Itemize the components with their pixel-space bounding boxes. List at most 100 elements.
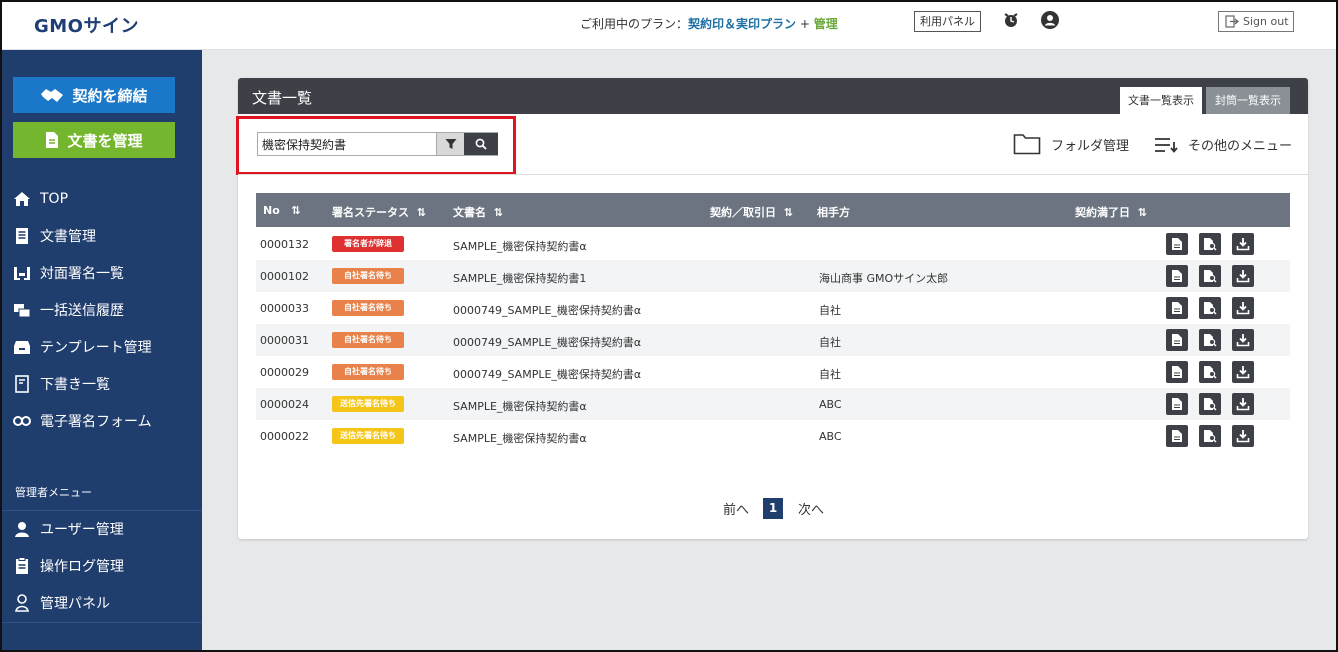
status-badge: 送信先署名待ち: [332, 396, 404, 412]
row-document-name[interactable]: SAMPLE_機密保持契約書α: [453, 430, 587, 446]
table-row[interactable]: 0000132 署名者が辞退 SAMPLE_機密保持契約書α: [256, 228, 1290, 260]
manage-documents-button[interactable]: 文書を管理: [13, 122, 175, 158]
view-document-icon[interactable]: [1166, 393, 1188, 415]
download-icon[interactable]: [1232, 233, 1254, 255]
view-document-icon[interactable]: [1166, 297, 1188, 319]
pagination-next[interactable]: 次へ: [798, 499, 824, 518]
view-document-icon[interactable]: [1166, 329, 1188, 351]
handshake-icon: [41, 89, 64, 102]
filter-button[interactable]: [436, 133, 464, 155]
clipboard-log-icon: [13, 557, 31, 575]
document-details-icon[interactable]: [1199, 393, 1221, 415]
status-badge: 自社署名待ち: [332, 364, 404, 380]
sidebar-item-top[interactable]: TOP: [13, 188, 68, 210]
download-icon[interactable]: [1232, 265, 1254, 287]
pagination-prev[interactable]: 前へ: [723, 499, 749, 518]
row-document-name[interactable]: 0000749_SAMPLE_機密保持契約書α: [453, 302, 641, 318]
row-document-name[interactable]: 0000749_SAMPLE_機密保持契約書α: [453, 334, 641, 350]
toolbar-divider: [238, 174, 1308, 175]
folder-management-button[interactable]: フォルダ管理: [1013, 132, 1129, 156]
view-document-icon[interactable]: [1166, 361, 1188, 383]
document-details-icon[interactable]: [1199, 265, 1221, 287]
sidebar-item-label: 管理パネル: [40, 596, 110, 612]
row-document-name[interactable]: SAMPLE_機密保持契約書α: [453, 398, 587, 414]
sign-contract-button[interactable]: 契約を締結: [13, 77, 175, 113]
document-details-icon[interactable]: [1199, 361, 1221, 383]
download-icon[interactable]: [1232, 297, 1254, 319]
table-row[interactable]: 0000031 自社署名待ち 0000749_SAMPLE_機密保持契約書α 自…: [256, 324, 1290, 356]
row-counterparty: 自社: [819, 304, 841, 317]
row-no: 0000132: [260, 238, 309, 251]
sidebar-item-templates[interactable]: テンプレート管理: [13, 336, 152, 358]
column-contract-date[interactable]: 契約／取引日 ⇅: [710, 204, 793, 220]
alarm-clock-icon[interactable]: [1002, 11, 1020, 29]
row-document-name[interactable]: 0000749_SAMPLE_機密保持契約書α: [453, 366, 641, 382]
sidebar-item-e-sign-form[interactable]: 電子署名フォーム: [13, 410, 152, 432]
download-icon[interactable]: [1232, 393, 1254, 415]
search-icon: [475, 138, 487, 150]
table-row[interactable]: 0000022 送信先署名待ち SAMPLE_機密保持契約書α ABC: [256, 420, 1290, 452]
column-expiry-date[interactable]: 契約満了日 ⇅: [1075, 204, 1147, 220]
tab-envelope-list[interactable]: 封筒一覧表示: [1206, 87, 1290, 114]
view-document-icon[interactable]: [1166, 265, 1188, 287]
download-icon[interactable]: [1232, 329, 1254, 351]
document-list-card: 文書一覧 文書一覧表示 封筒一覧表示 フォルダ管理 その他のメニュー No ⇅ …: [236, 78, 1308, 539]
view-document-icon[interactable]: [1166, 233, 1188, 255]
folder-management-label: フォルダ管理: [1051, 138, 1130, 154]
plan-prefix: ご利用中のプラン：: [580, 17, 689, 31]
view-document-icon[interactable]: [1166, 425, 1188, 447]
row-document-name[interactable]: SAMPLE_機密保持契約書1: [453, 270, 586, 286]
sidebar-item-label: 下書き一覧: [40, 377, 110, 393]
sidebar-item-operation-log[interactable]: 操作ログ管理: [13, 555, 124, 577]
table-row[interactable]: 0000024 送信先署名待ち SAMPLE_機密保持契約書α ABC: [256, 388, 1290, 420]
sidebar-item-drafts[interactable]: 下書き一覧: [13, 373, 110, 395]
other-menu-button[interactable]: その他のメニュー: [1154, 132, 1292, 156]
home-icon: [13, 190, 31, 208]
row-counterparty: 自社: [819, 368, 841, 381]
status-badge: 自社署名待ち: [332, 332, 404, 348]
table-header: No ⇅ 署名ステータス ⇅ 文書名 ⇅ 契約／取引日 ⇅ 相手方 契約満了日 …: [256, 193, 1290, 227]
document-details-icon[interactable]: [1199, 297, 1221, 319]
document-details-icon[interactable]: [1199, 329, 1221, 351]
search-bar: [257, 132, 498, 156]
search-button[interactable]: [464, 133, 498, 155]
pagination-current-page[interactable]: 1: [763, 498, 783, 519]
admin-menu-title: 管理者メニュー: [15, 486, 92, 499]
row-document-name[interactable]: SAMPLE_機密保持契約書α: [453, 238, 587, 254]
column-signature-status[interactable]: 署名ステータス ⇅: [332, 204, 426, 220]
sidebar-item-face-to-face[interactable]: 対面署名一覧: [13, 262, 124, 284]
sign-contract-label: 契約を締結: [72, 86, 148, 105]
sidebar-item-bulk-send[interactable]: 一括送信履歴: [13, 299, 124, 321]
sidebar-item-admin-panel[interactable]: 管理パネル: [13, 592, 110, 614]
search-input[interactable]: [258, 133, 436, 155]
row-no: 0000029: [260, 366, 309, 379]
document-details-icon[interactable]: [1199, 425, 1221, 447]
tab-document-list[interactable]: 文書一覧表示: [1120, 87, 1202, 114]
table-row[interactable]: 0000033 自社署名待ち 0000749_SAMPLE_機密保持契約書α 自…: [256, 292, 1290, 324]
download-icon[interactable]: [1232, 361, 1254, 383]
column-document-name[interactable]: 文書名 ⇅: [453, 204, 503, 220]
table-row[interactable]: 0000029 自社署名待ち 0000749_SAMPLE_機密保持契約書α 自…: [256, 356, 1290, 388]
table-row[interactable]: 0000102 自社署名待ち SAMPLE_機密保持契約書1 海山商事 GMOサ…: [256, 260, 1290, 292]
column-no[interactable]: No ⇅: [263, 204, 300, 217]
sidebar-item-label: 対面署名一覧: [40, 266, 124, 282]
usage-panel-button[interactable]: 利用パネル: [914, 11, 981, 32]
document-details-icon[interactable]: [1199, 233, 1221, 255]
row-counterparty: ABC: [819, 430, 842, 443]
row-no: 0000022: [260, 430, 309, 443]
filter-icon: [445, 139, 456, 149]
status-badge: 自社署名待ち: [332, 300, 404, 316]
row-no: 0000033: [260, 302, 309, 315]
gmo-sign-logo[interactable]: GMOサイン: [34, 12, 139, 38]
status-badge: 署名者が辞退: [332, 236, 404, 252]
download-icon[interactable]: [1232, 425, 1254, 447]
bulk-send-icon: [13, 301, 31, 319]
status-badge: 送信先署名待ち: [332, 428, 404, 444]
sign-out-button[interactable]: Sign out: [1218, 11, 1294, 32]
sidebar-item-user-management[interactable]: ユーザー管理: [13, 518, 124, 540]
row-counterparty: 海山商事 GMOサイン太郎: [819, 272, 949, 285]
sidebar-item-label: ユーザー管理: [40, 522, 124, 538]
sidebar-item-documents[interactable]: 文書管理: [13, 225, 96, 247]
page-title: 文書一覧: [252, 89, 313, 107]
account-icon[interactable]: [1041, 11, 1059, 29]
